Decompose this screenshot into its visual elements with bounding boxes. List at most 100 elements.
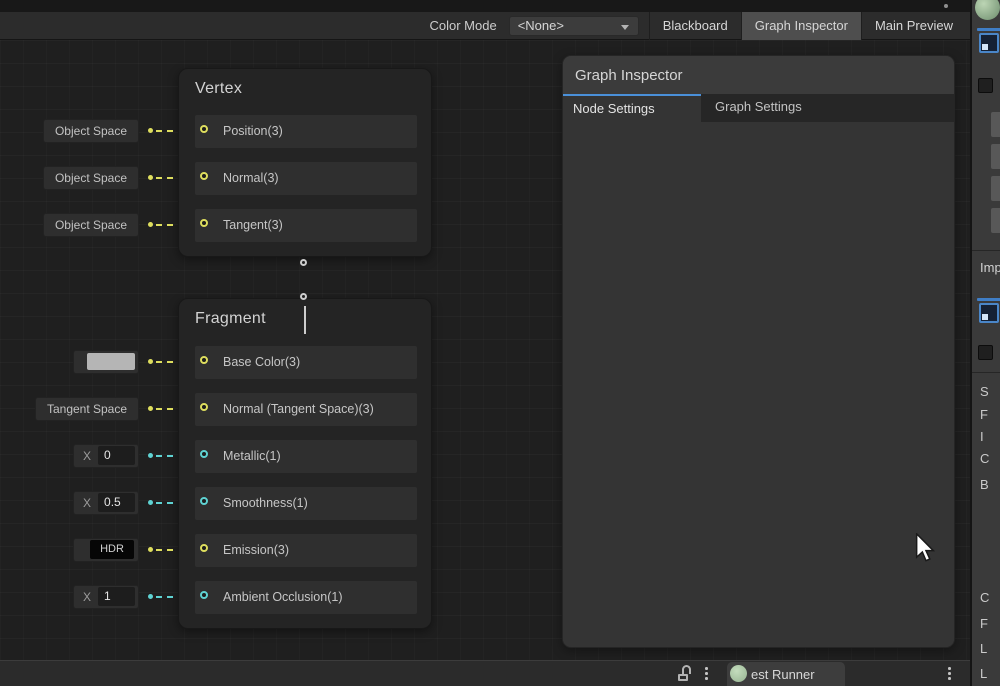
icon-glyph [982,44,988,50]
port-row-base-color[interactable]: Base Color(3) [195,346,417,379]
chevron-down-icon [621,25,629,30]
port-connector-dot-icon [148,594,153,599]
port-connector-dot-icon [148,128,153,133]
float-input[interactable]: 0 [98,446,135,465]
port-connector-dot-icon [148,547,153,552]
float-port-icon[interactable] [200,497,208,505]
clipped-corner-label: L [980,666,987,681]
kebab-menu-icon[interactable] [948,667,951,680]
color-swatch-field[interactable] [73,350,139,374]
object-space-dropdown[interactable]: Object Space [43,166,139,190]
shader-graph-asset-icon [979,28,1000,56]
padlock-body [678,674,688,681]
hdr-color-field[interactable]: HDR [73,538,139,562]
object-space-dropdown[interactable]: Object Space [43,213,139,237]
kebab-menu-icon[interactable] [705,667,708,680]
edge-endpoint-icon[interactable] [300,259,307,266]
icon-square [979,303,999,323]
port-label: Base Color(3) [223,346,300,379]
port-row-tangent[interactable]: Tangent(3) [195,209,417,242]
port-connector-dash-icon [156,502,173,504]
inspector-button-fragment[interactable] [991,176,1000,201]
float-field[interactable]: X 1 [73,585,139,609]
vertex-context-block[interactable]: Vertex Position(3) Normal(3) Tangent(3) [178,68,432,257]
material-sphere-icon [975,0,1000,20]
graph-inspector-header[interactable]: Graph Inspector [563,56,954,94]
widget-base-color [73,350,173,374]
tab-node-settings[interactable]: Node Settings [563,94,701,122]
icon-square [979,33,999,53]
widget-label: Object Space [55,171,127,185]
widget-label: Object Space [55,218,127,232]
port-label: Position(3) [223,115,283,148]
float-field[interactable]: X 0.5 [73,491,139,515]
float-port-icon[interactable] [200,591,208,599]
widget-metallic-value: X 0 [73,444,173,468]
port-connector-dash-icon [156,549,173,551]
vertex-fragment-edge[interactable] [304,306,306,334]
port-connector-dot-icon [148,359,153,364]
object-space-dropdown[interactable]: Object Space [43,119,139,143]
port-label: Emission(3) [223,534,289,567]
vector3-port-icon[interactable] [200,356,208,364]
port-label: Normal (Tangent Space)(3) [223,393,374,426]
clipped-property-label: B [980,477,989,492]
inspector-button-fragment[interactable] [991,208,1000,233]
clipped-property-label: S [980,384,989,399]
float-port-icon[interactable] [200,450,208,458]
inspector-body [563,122,954,648]
inspector-button-fragment[interactable] [991,144,1000,169]
shader-graph-asset-icon [979,298,1000,326]
port-row-position[interactable]: Position(3) [195,115,417,148]
unlocked-padlock-icon[interactable] [678,665,692,682]
vector3-port-icon[interactable] [200,219,208,227]
inspector-checkbox[interactable] [978,345,993,360]
port-row-normal-ts[interactable]: Normal (Tangent Space)(3) [195,393,417,426]
fragment-block-title: Fragment [195,310,266,328]
clipped-property-label: F [980,407,988,422]
port-row-ambient-occlusion[interactable]: Ambient Occlusion(1) [195,581,417,614]
window-top-strip [0,0,970,12]
edge-endpoint-icon[interactable] [300,293,307,300]
port-connector-dot-icon [148,222,153,227]
test-runner-label: est Runner [751,662,815,686]
color-mode-dropdown[interactable]: <None> [509,16,639,36]
green-status-dot-icon [730,665,747,682]
float-input[interactable]: 1 [98,587,135,606]
inspector-button-fragment[interactable] [991,112,1000,137]
vector3-port-icon[interactable] [200,125,208,133]
float-field[interactable]: X 0 [73,444,139,468]
graph-inspector-panel: Graph Inspector Node Settings Graph Sett… [562,55,955,648]
bottom-dock-bar: est Runner [0,660,970,686]
fragment-context-block[interactable]: Fragment Base Color(3) Normal (Tangent S… [178,298,432,629]
widget-tangent-space: Tangent Space [35,397,173,421]
tangent-space-dropdown[interactable]: Tangent Space [35,397,139,421]
widget-label: Tangent Space [47,402,127,416]
test-runner-tab[interactable]: est Runner [727,662,845,686]
vector3-port-icon[interactable] [200,403,208,411]
main-preview-button[interactable]: Main Preview [861,12,966,40]
blackboard-button[interactable]: Blackboard [649,12,741,40]
tab-graph-settings[interactable]: Graph Settings [701,94,816,122]
graph-inspector-button[interactable]: Graph Inspector [741,12,861,40]
port-row-metallic[interactable]: Metallic(1) [195,440,417,473]
port-row-normal[interactable]: Normal(3) [195,162,417,195]
widget-object-space-normal: Object Space [43,166,173,190]
shader-graph-window: Color Mode <None> Blackboard Graph Inspe… [0,0,1000,686]
widget-emission-hdr: HDR [73,538,173,562]
color-swatch[interactable] [87,353,135,370]
padlock-shackle [682,665,691,674]
x-axis-label: X [83,590,91,604]
clipped-property-label: C [980,451,989,466]
inspector-checkbox[interactable] [978,78,993,93]
graph-inspector-title: Graph Inspector [575,67,683,84]
float-input[interactable]: 0.5 [98,493,135,512]
port-connector-dash-icon [156,361,173,363]
tab-overflow-dot-icon [944,4,948,8]
port-row-smoothness[interactable]: Smoothness(1) [195,487,417,520]
port-row-emission[interactable]: Emission(3) [195,534,417,567]
vector3-port-icon[interactable] [200,172,208,180]
port-label: Normal(3) [223,162,279,195]
hdr-chip[interactable]: HDR [90,540,134,559]
vector3-port-icon[interactable] [200,544,208,552]
